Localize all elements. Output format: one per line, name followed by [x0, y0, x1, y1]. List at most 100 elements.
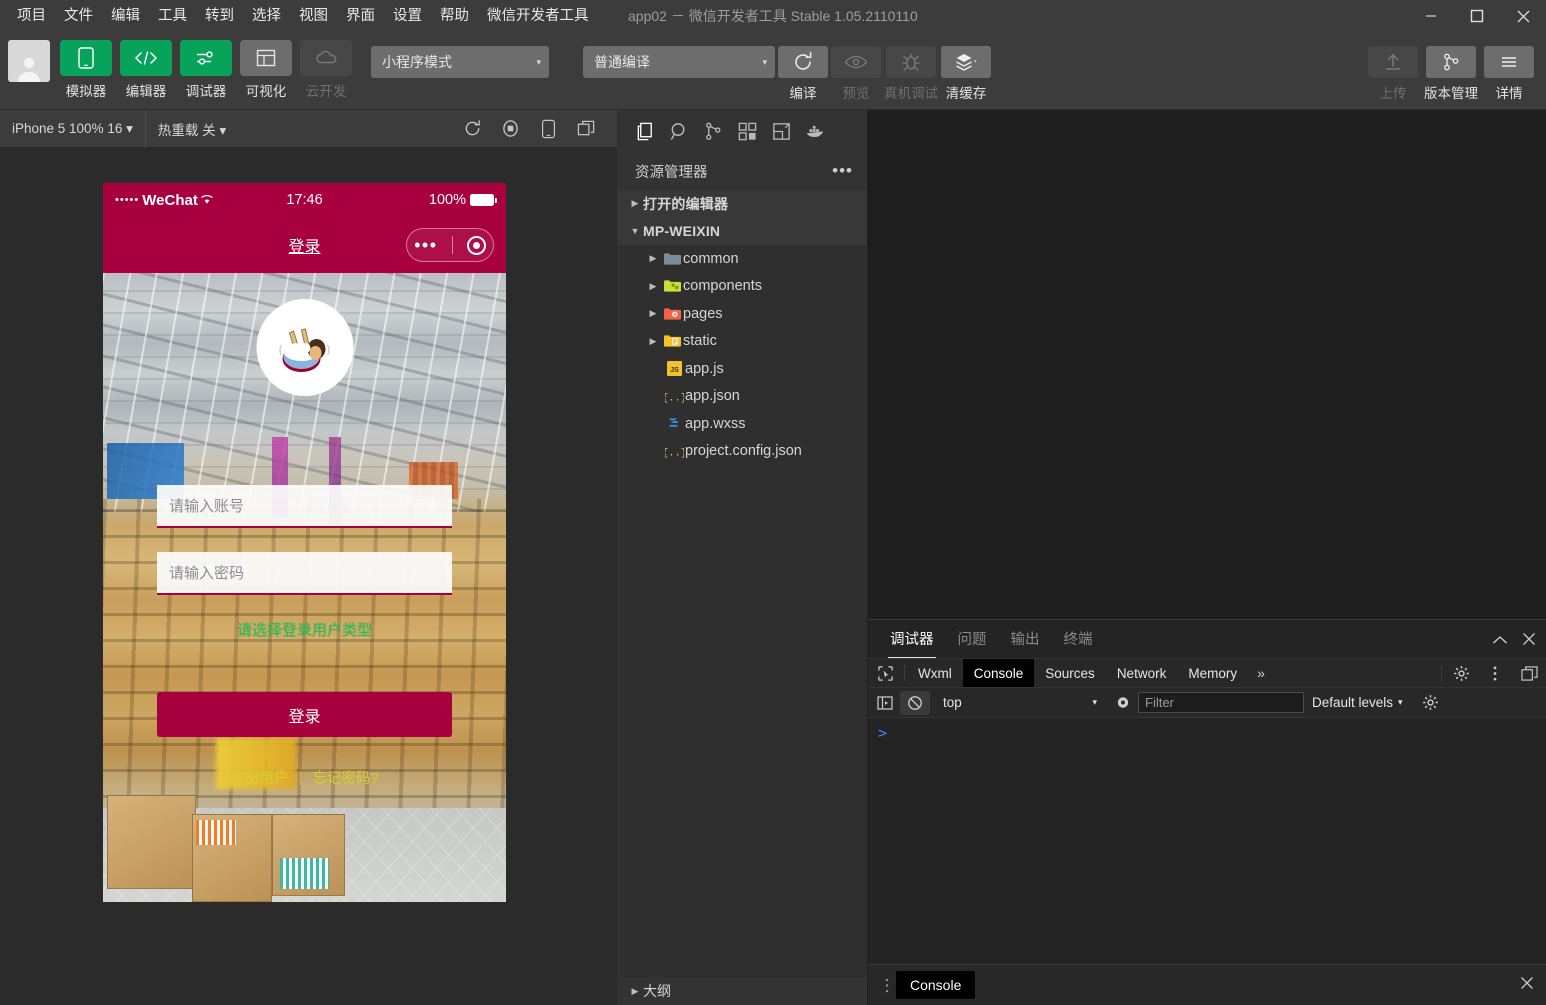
phone-simulator[interactable]: ••••• WeChat 17:46 100% 登录 ••• 请输入账号 请输入…	[103, 183, 506, 902]
inspect-cursor-icon[interactable]	[868, 659, 902, 687]
tab-debugger[interactable]: 调试器	[878, 628, 946, 658]
menu-item-interface[interactable]: 界面	[337, 3, 384, 29]
chevron-right-icon[interactable]: ▶	[645, 308, 661, 319]
tab-output[interactable]: 输出	[999, 628, 1052, 658]
version-control-button[interactable]	[1426, 46, 1476, 78]
menu-item-devtools[interactable]: 微信开发者工具	[478, 3, 598, 29]
tree-item-common[interactable]: ▶ common	[617, 245, 867, 273]
clear-console-icon[interactable]	[900, 690, 930, 715]
wxml-panel-icon[interactable]	[767, 117, 795, 145]
menu-item-view[interactable]: 视图	[290, 3, 337, 29]
login-button[interactable]: 登录	[157, 692, 452, 737]
menu-item-settings[interactable]: 设置	[384, 3, 431, 29]
tree-item-pages[interactable]: ▶ pages	[617, 300, 867, 328]
outline-section[interactable]: ▶ 大纲	[617, 977, 867, 1005]
account-input[interactable]: 请输入账号	[157, 485, 452, 528]
toolbar-item-debugger[interactable]: 调试器	[178, 40, 234, 100]
drawer-grip-icon[interactable]	[878, 977, 896, 994]
details-button-group[interactable]: 详情	[1484, 46, 1534, 102]
toolbar-item-simulator[interactable]: 模拟器	[58, 40, 114, 100]
user-avatar[interactable]	[8, 40, 50, 82]
hot-reload-select[interactable]: 热重载 关 ▾	[146, 119, 238, 139]
files-icon[interactable]	[631, 117, 659, 145]
clear-cache-button-group[interactable]: 清缓存	[941, 46, 991, 102]
console-settings-gear-icon[interactable]	[1416, 691, 1446, 715]
drawer-tab-console[interactable]: Console	[896, 971, 976, 999]
remote-debug-button-group[interactable]: 真机调试	[884, 46, 938, 102]
drawer-close-button[interactable]	[1520, 976, 1546, 994]
live-expression-icon[interactable]	[1108, 691, 1138, 715]
source-control-icon[interactable]	[699, 117, 727, 145]
toolbar-item-editor[interactable]: 编辑器	[118, 40, 174, 100]
toolbar-item-visualize[interactable]: 可视化	[238, 40, 294, 100]
simulator-rotate-button[interactable]	[533, 114, 563, 144]
tree-item-static[interactable]: ▶ static	[617, 328, 867, 356]
menu-item-file[interactable]: 文件	[55, 3, 102, 29]
devtools-overflow-button[interactable]: »	[1248, 659, 1274, 687]
devtools-tab-network[interactable]: Network	[1106, 659, 1178, 687]
devtools-tab-console[interactable]: Console	[962, 659, 1035, 687]
compile-button[interactable]	[778, 46, 828, 78]
tree-item-app-json[interactable]: {..} app.json	[617, 383, 867, 411]
compile-button-group[interactable]: 编译	[778, 46, 828, 102]
wechat-capsule[interactable]: •••	[406, 228, 494, 262]
dock-side-icon[interactable]	[1512, 659, 1546, 687]
toolbar-item-cloud[interactable]: 云开发	[298, 40, 354, 100]
panel-close-button[interactable]	[1522, 632, 1536, 650]
menu-item-edit[interactable]: 编辑	[102, 3, 149, 29]
console-filter-input[interactable]: Filter	[1138, 692, 1304, 713]
devtools-tab-sources[interactable]: Sources	[1034, 659, 1106, 687]
simulator-detach-button[interactable]	[571, 114, 601, 144]
capsule-menu-icon[interactable]: •••	[414, 236, 437, 254]
clear-cache-button[interactable]	[941, 46, 991, 78]
console-levels-select[interactable]: Default levels ▾	[1304, 695, 1411, 710]
tree-item-app-js[interactable]: JS app.js	[617, 355, 867, 383]
search-icon[interactable]	[665, 117, 693, 145]
chevron-up-icon[interactable]	[1492, 632, 1508, 650]
forgot-password-link[interactable]: 忘记密码?	[312, 767, 378, 788]
maximize-button[interactable]	[1454, 0, 1500, 32]
tree-item-components[interactable]: ▶ components	[617, 273, 867, 301]
menu-item-select[interactable]: 选择	[243, 3, 290, 29]
tab-problems[interactable]: 问题	[946, 628, 999, 658]
devtools-tab-wxml[interactable]: Wxml	[907, 659, 963, 687]
editor-empty-area[interactable]	[868, 110, 1546, 619]
details-button[interactable]	[1484, 46, 1534, 78]
version-control-button-group[interactable]: 版本管理	[1424, 46, 1478, 102]
preview-button[interactable]	[831, 46, 881, 78]
extensions-icon[interactable]	[733, 117, 761, 145]
menu-item-project[interactable]: 项目	[8, 3, 55, 29]
gear-icon[interactable]	[1444, 659, 1478, 687]
register-link[interactable]: 注册用户	[231, 767, 289, 788]
chevron-right-icon[interactable]: ▶	[627, 198, 643, 209]
upload-button-group[interactable]: 上传	[1368, 46, 1418, 102]
chevron-right-icon[interactable]: ▶	[645, 253, 661, 264]
console-context-select[interactable]: top ▾	[935, 692, 1103, 714]
compile-mode-select[interactable]: 普通编译 ▾	[583, 46, 775, 78]
remote-debug-button[interactable]	[886, 46, 936, 78]
console-sidebar-icon[interactable]	[870, 691, 900, 715]
simulator-refresh-button[interactable]	[457, 114, 487, 144]
chevron-right-icon[interactable]: ▶	[645, 281, 661, 292]
password-input[interactable]: 请输入密码	[157, 552, 452, 595]
chevron-right-icon[interactable]: ▶	[627, 986, 643, 997]
minimize-button[interactable]	[1408, 0, 1454, 32]
tree-item-app-wxss[interactable]: app.wxss	[617, 410, 867, 438]
tab-terminal[interactable]: 终端	[1052, 628, 1105, 658]
chevron-down-icon[interactable]: ▼	[627, 226, 643, 236]
docker-icon[interactable]	[801, 117, 829, 145]
menu-item-help[interactable]: 帮助	[431, 3, 478, 29]
section-mp-weixin[interactable]: ▼ MP-WEIXIN	[617, 217, 867, 245]
console-output[interactable]: >	[868, 718, 1546, 981]
close-button[interactable]	[1500, 0, 1546, 32]
target-icon[interactable]	[466, 235, 486, 255]
upload-button[interactable]	[1368, 46, 1418, 78]
preview-button-group[interactable]: 预览	[831, 46, 881, 102]
device-select[interactable]: iPhone 5 100% 16 ▾	[0, 121, 145, 137]
devtools-tab-memory[interactable]: Memory	[1177, 659, 1248, 687]
kebab-menu-icon[interactable]	[1478, 659, 1512, 687]
ellipsis-icon[interactable]: •••	[832, 162, 853, 179]
section-open-editors[interactable]: ▶ 打开的编辑器	[617, 190, 867, 218]
console-prompt[interactable]: >	[878, 724, 887, 742]
chevron-right-icon[interactable]: ▶	[645, 336, 661, 347]
